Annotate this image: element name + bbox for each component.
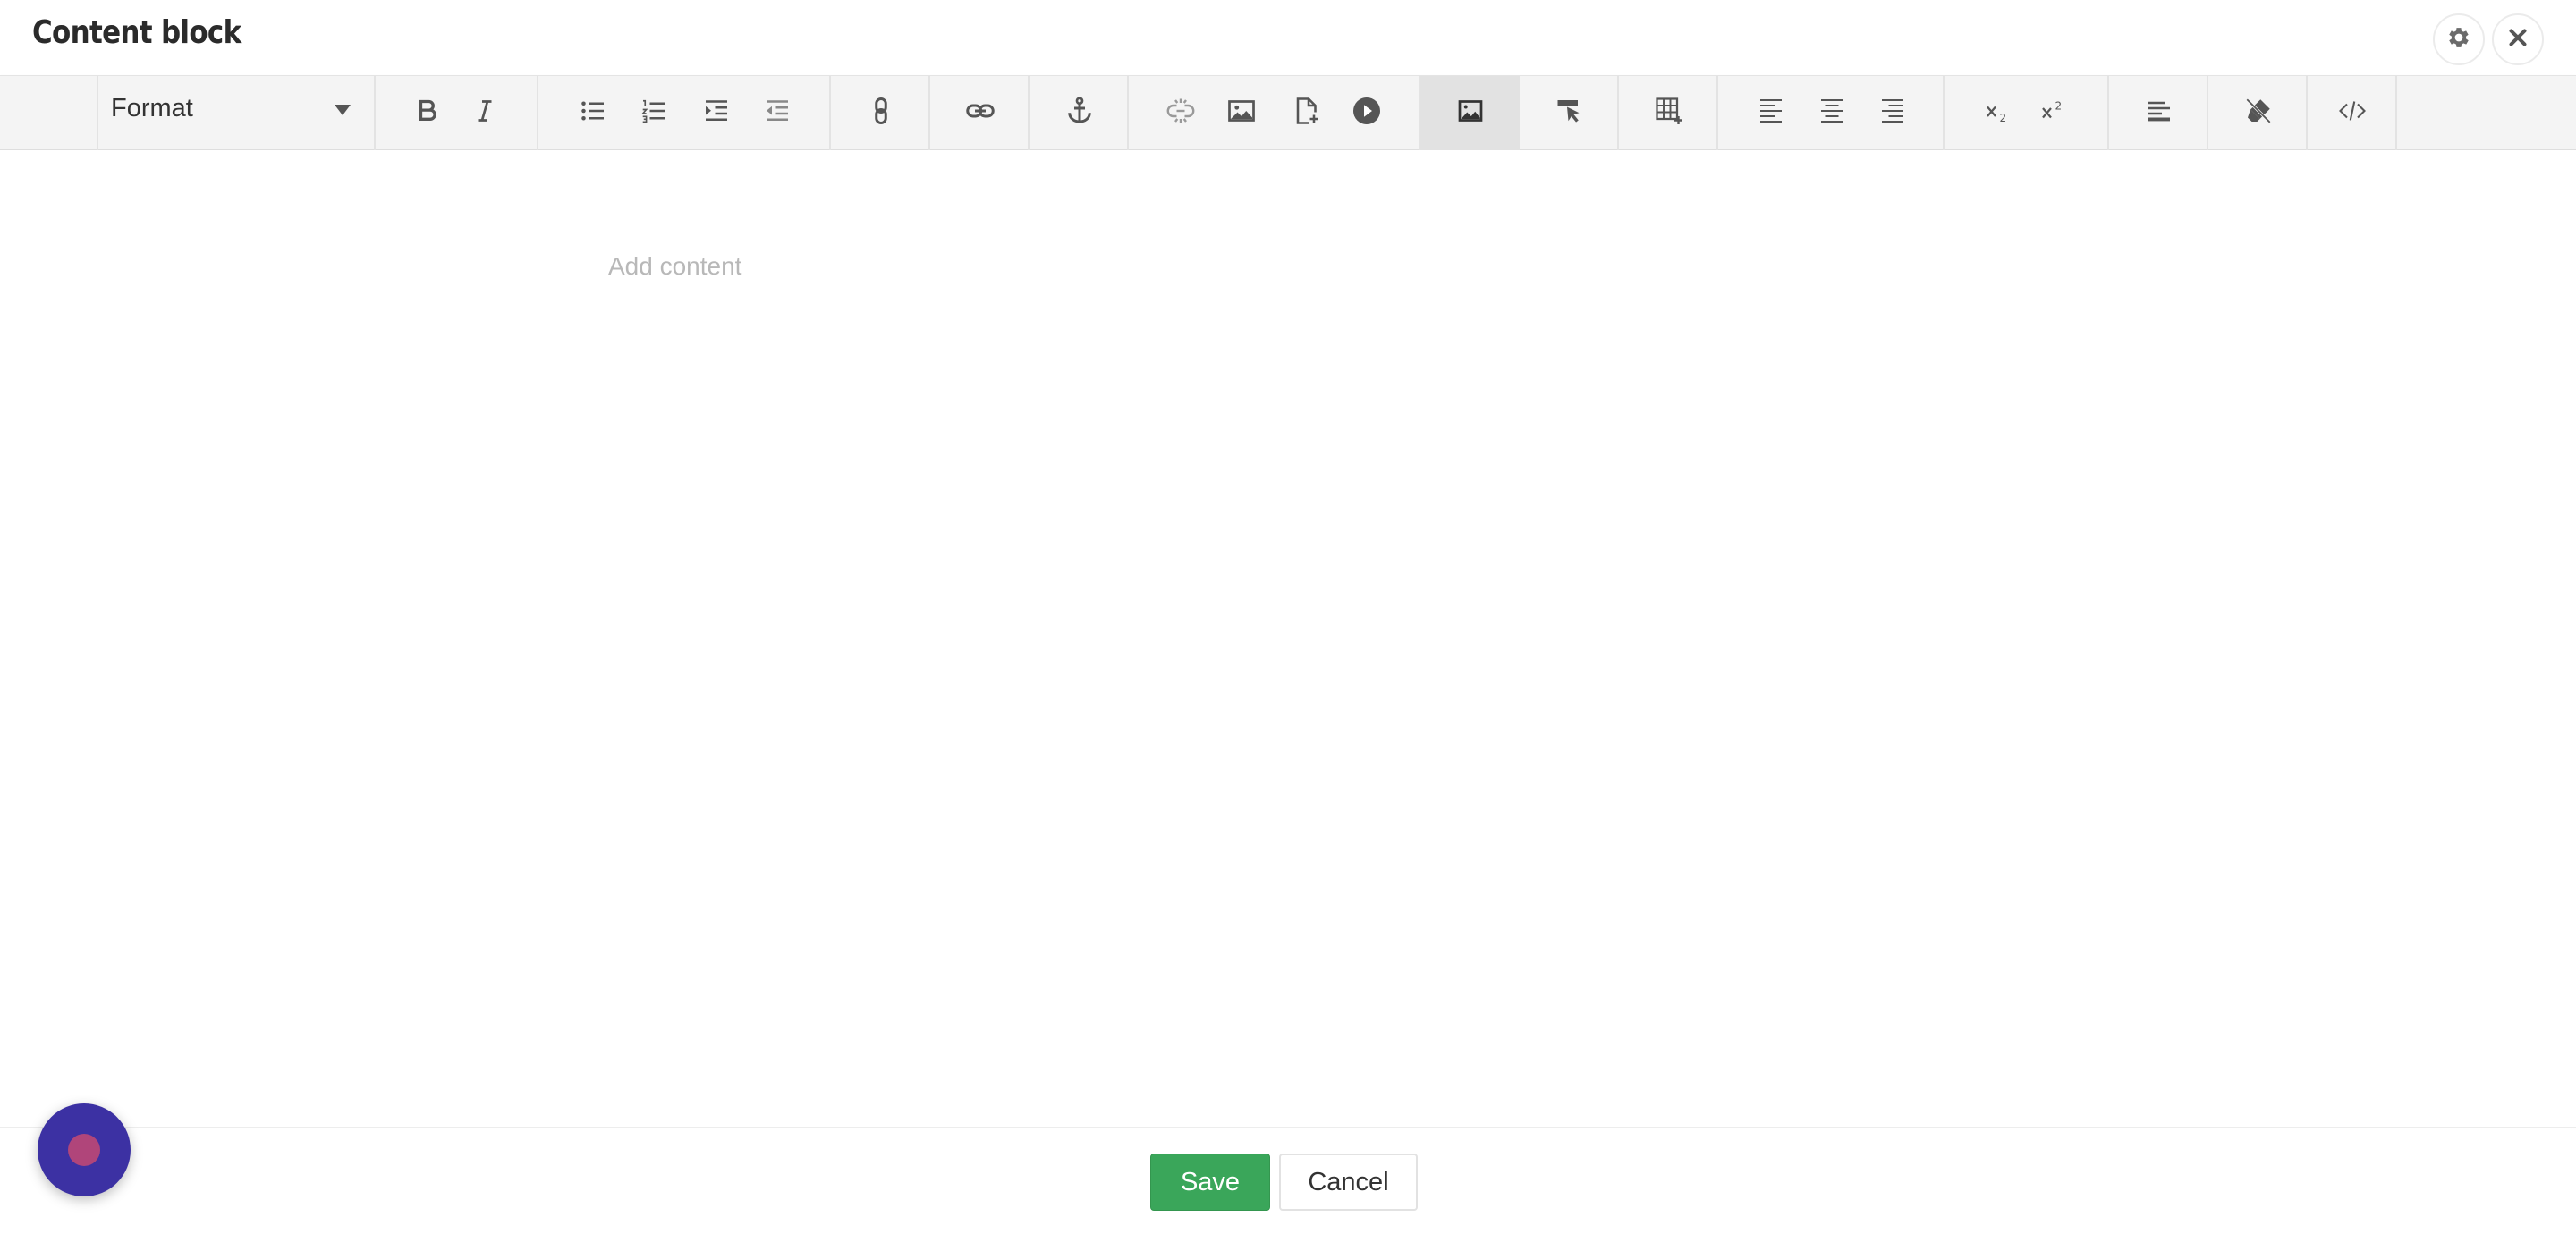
settings-button[interactable] [2433,13,2485,65]
play-icon [1351,95,1383,131]
indent-button[interactable] [691,76,742,150]
dialog-header: Content block [0,0,2576,75]
align-right-icon [1877,95,1909,131]
align-left-icon [1755,95,1787,131]
bullet-list-button[interactable] [567,76,619,150]
select-cursor-icon [1554,95,1586,131]
toolbar-group-text [376,76,538,150]
outdent-icon [761,95,793,131]
save-button[interactable]: Save [1150,1154,1270,1211]
dialog-footer: Save Cancel [0,1127,2576,1234]
align-center-button[interactable] [1807,76,1857,150]
code-icon [2336,95,2368,131]
anchor-button[interactable] [1053,76,1106,150]
paragraph-format-icon [2143,95,2175,131]
clear-formatting-button[interactable] [2233,76,2284,150]
select-element-button[interactable] [1543,76,1597,150]
editor-toolbar: Format 2 2 [0,75,2576,150]
svg-text:2: 2 [2055,100,2063,113]
bold-icon [411,95,444,131]
bullet-list-icon [577,95,609,131]
content-editor[interactable]: Add content [0,150,2576,1127]
chat-launcher-icon [68,1134,100,1166]
picture-icon [1454,95,1487,131]
cancel-button[interactable]: Cancel [1279,1154,1418,1211]
subscript-icon: 2 [1982,95,2014,131]
image-icon [1225,95,1258,131]
source-code-button[interactable] [2327,76,2377,150]
svg-text:2: 2 [2000,112,2007,124]
format-dropdown[interactable]: Format [97,76,376,150]
insert-file-button[interactable] [1281,76,1331,150]
format-dropdown-label: Format [111,94,193,123]
file-add-icon [1290,95,1322,131]
subscript-button[interactable]: 2 [1973,76,2023,150]
unlink-button[interactable] [1156,76,1206,150]
numbered-list-button[interactable] [628,76,680,150]
insert-link-button[interactable] [953,76,1007,150]
dialog-title: Content block [32,14,242,51]
align-center-icon [1816,95,1848,131]
table-icon [1653,95,1685,131]
align-right-button[interactable] [1868,76,1918,150]
paragraph-format-button[interactable] [2133,76,2185,150]
editor-placeholder: Add content [608,252,742,280]
align-left-button[interactable] [1746,76,1796,150]
indent-icon [700,95,733,131]
numbered-list-icon [638,95,670,131]
unlink-icon [1165,95,1197,131]
bold-button[interactable] [402,76,453,150]
image-button[interactable] [1216,76,1267,150]
italic-button[interactable] [460,76,510,150]
insert-image-button[interactable] [1420,76,1520,150]
insert-table-button[interactable] [1642,76,1696,150]
toolbar-group-script [1945,76,2109,150]
close-button[interactable] [2492,13,2544,65]
outdent-button[interactable] [751,76,803,150]
superscript-icon: 2 [2038,95,2070,131]
eraser-icon [2242,95,2275,131]
close-icon [2504,24,2531,55]
embed-media-button[interactable] [1342,76,1392,150]
link-icon [964,95,996,131]
chat-launcher-button[interactable] [38,1103,131,1196]
chevron-down-icon [335,105,351,115]
link-button[interactable] [854,76,908,150]
link-vertical-icon [865,95,897,131]
italic-icon [469,95,501,131]
anchor-icon [1063,95,1096,131]
gear-icon [2445,24,2472,55]
superscript-button[interactable]: 2 [2029,76,2079,150]
